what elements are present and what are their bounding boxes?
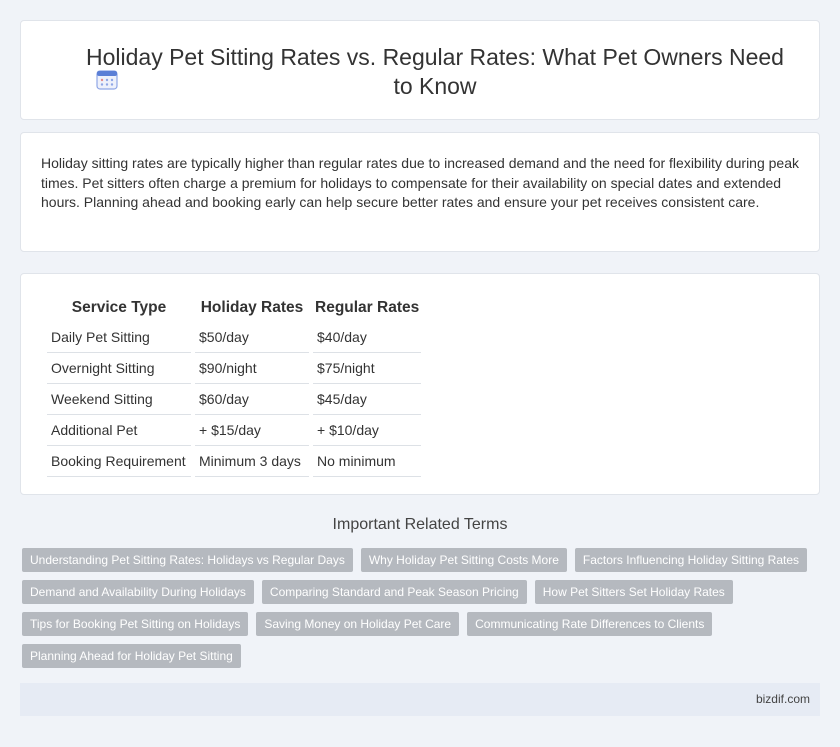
table-cell: $50/day xyxy=(195,322,309,353)
table-cell: $60/day xyxy=(195,384,309,415)
column-header: Regular Rates xyxy=(315,299,420,316)
table-row: Additional Pet + $15/day + $10/day xyxy=(47,415,422,446)
header-card: Holiday Pet Sitting Rates vs. Regular Ra… xyxy=(20,20,820,120)
related-term-tag[interactable]: Tips for Booking Pet Sitting on Holidays xyxy=(22,612,249,636)
table-cell: Booking Requirement xyxy=(47,446,191,477)
table-cell: $40/day xyxy=(313,322,422,353)
related-term-tag[interactable]: Saving Money on Holiday Pet Care xyxy=(256,612,460,636)
table-cell: + $15/day xyxy=(195,415,309,446)
related-term-tag[interactable]: Comparing Standard and Peak Season Prici… xyxy=(261,580,527,604)
footer: bizdif.com xyxy=(20,683,820,716)
column-header: Holiday Rates xyxy=(200,299,304,316)
table-cell: Additional Pet xyxy=(47,415,191,446)
intro-text: Holiday sitting rates are typically high… xyxy=(41,155,799,210)
table-cell: Minimum 3 days xyxy=(195,446,309,477)
related-terms-list: Understanding Pet Sitting Rates: Holiday… xyxy=(22,548,822,668)
table-cell: $90/night xyxy=(195,353,309,384)
table-cell: $45/day xyxy=(313,384,422,415)
rates-table-card: Service Type Holiday Rates Regular Rates… xyxy=(20,273,820,495)
related-term-tag[interactable]: How Pet Sitters Set Holiday Rates xyxy=(534,580,733,604)
page-title: Holiday Pet Sitting Rates vs. Regular Ra… xyxy=(86,44,784,99)
intro-card: Holiday sitting rates are typically high… xyxy=(20,132,820,252)
table-cell: No minimum xyxy=(313,446,422,477)
related-term-tag[interactable]: Understanding Pet Sitting Rates: Holiday… xyxy=(22,548,353,572)
related-terms-title: Important Related Terms xyxy=(332,516,508,533)
table-cell: Weekend Sitting xyxy=(47,384,191,415)
table-cell: + $10/day xyxy=(313,415,422,446)
related-term-tag[interactable]: Communicating Rate Differences to Client… xyxy=(467,612,713,636)
footer-brand[interactable]: bizdif.com xyxy=(756,692,810,706)
table-cell: Overnight Sitting xyxy=(47,353,191,384)
related-term-tag[interactable]: Why Holiday Pet Sitting Costs More xyxy=(360,548,567,572)
table-row: Booking Requirement Minimum 3 days No mi… xyxy=(47,446,422,477)
table-row: Daily Pet Sitting $50/day $40/day xyxy=(47,322,422,353)
related-term-tag[interactable]: Planning Ahead for Holiday Pet Sitting xyxy=(22,644,241,668)
related-term-tag[interactable]: Demand and Availability During Holidays xyxy=(22,580,254,604)
column-header: Service Type xyxy=(71,299,167,316)
table-cell: Daily Pet Sitting xyxy=(47,322,191,353)
related-term-tag[interactable]: Factors Influencing Holiday Sitting Rate… xyxy=(574,548,808,572)
table-header-row: Service Type Holiday Rates Regular Rates xyxy=(47,294,421,322)
table-row: Overnight Sitting $90/night $75/night xyxy=(47,353,422,384)
table-row: Weekend Sitting $60/day $45/day xyxy=(47,384,422,415)
rates-table: Service Type Holiday Rates Regular Rates… xyxy=(43,294,425,477)
table-cell: $75/night xyxy=(313,353,422,384)
